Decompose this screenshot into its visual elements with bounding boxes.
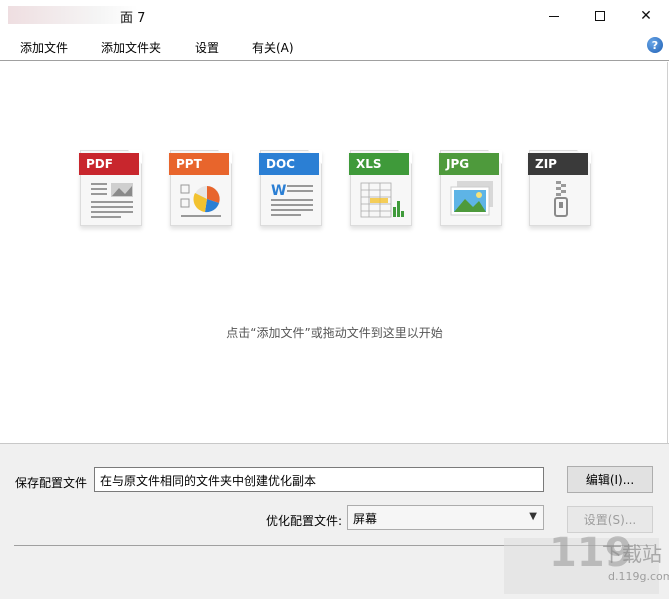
- xls-label: XLS: [349, 153, 409, 175]
- file-drop-area[interactable]: PDF PPT DOC W XLS JPG ZIP 点击“添加文件”或拖动文件到…: [1, 62, 668, 443]
- settings-button[interactable]: 设置(S)...: [567, 506, 653, 533]
- menu-settings[interactable]: 设置: [195, 39, 219, 56]
- ppt-label: PPT: [169, 153, 229, 175]
- minimize-icon: [549, 16, 559, 17]
- watermark-text: 下载站: [602, 542, 662, 566]
- chevron-down-icon: ▼: [529, 511, 537, 522]
- close-icon: ✕: [640, 7, 652, 24]
- optimize-profile-label: 优化配置文件:: [266, 514, 343, 528]
- maximize-button[interactable]: [577, 0, 623, 31]
- pdf-content-icon: [91, 183, 133, 218]
- zip-content-icon: [554, 181, 568, 217]
- edit-button[interactable]: 编辑(I)...: [567, 466, 653, 493]
- watermark: 119 下载站 d.119g.com: [504, 530, 669, 596]
- window-title: 面 7: [120, 11, 146, 26]
- watermark-url: d.119g.com: [608, 570, 669, 583]
- pdf-file-icon: PDF: [79, 150, 146, 230]
- doc-file-icon: DOC W: [259, 150, 326, 230]
- maximize-icon: [595, 10, 605, 21]
- optimize-profile-select[interactable]: 屏幕 ▼: [347, 505, 544, 530]
- xls-content-icon: [360, 182, 404, 218]
- doc-content-icon: W: [271, 183, 313, 216]
- zip-label: ZIP: [528, 153, 588, 175]
- menu-add-folder[interactable]: 添加文件夹: [101, 39, 161, 56]
- jpg-file-icon: JPG: [439, 150, 506, 230]
- help-icon[interactable]: ?: [647, 37, 663, 53]
- xls-file-icon: XLS: [349, 150, 416, 230]
- jpg-label: JPG: [439, 153, 499, 175]
- doc-label: DOC: [259, 153, 319, 175]
- svg-text:W: W: [271, 183, 286, 199]
- ppt-file-icon: PPT: [169, 150, 236, 230]
- menu-bar: 添加文件 添加文件夹 设置 有关(A): [0, 31, 669, 61]
- zip-file-icon: ZIP: [528, 150, 595, 230]
- save-profile-field[interactable]: 在与原文件相同的文件夹中创建优化副本: [94, 467, 544, 492]
- title-bar: 面 7 ✕: [0, 0, 669, 31]
- jpg-content-icon: [450, 181, 493, 216]
- menu-about[interactable]: 有关(A): [252, 39, 294, 56]
- optimize-profile-value: 屏幕: [353, 512, 378, 526]
- drop-hint: 点击“添加文件”或拖动文件到这里以开始: [226, 326, 443, 340]
- pdf-label: PDF: [79, 153, 139, 175]
- app-logo: [8, 6, 138, 24]
- ppt-content-icon: [180, 184, 221, 217]
- minimize-button[interactable]: [531, 0, 577, 31]
- save-profile-label: 保存配置文件: [15, 476, 88, 490]
- close-button[interactable]: ✕: [623, 0, 669, 31]
- menu-add-file[interactable]: 添加文件: [20, 39, 68, 56]
